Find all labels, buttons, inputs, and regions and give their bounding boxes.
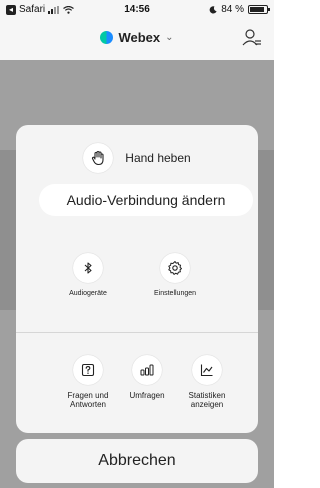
status-right: 84 % [209, 4, 270, 15]
statistics-item[interactable]: Statistiken anzeigen [177, 355, 237, 409]
statistics-button[interactable] [192, 355, 222, 385]
app-title-dropdown[interactable]: Webex ⌄ [0, 30, 274, 45]
question-icon [81, 363, 95, 377]
raise-hand-icon-button[interactable] [83, 143, 114, 173]
status-bar: ◂ Safari 14:56 84 % [0, 0, 274, 20]
webex-logo-icon [100, 31, 114, 44]
line-chart-icon [200, 364, 213, 377]
polls-label: Umfragen [129, 391, 165, 400]
settings-button[interactable] [160, 253, 190, 283]
change-audio-connection-button[interactable]: Audio-Verbindung ändern [39, 184, 253, 216]
settings-label: Einstellungen [153, 290, 197, 297]
chevron-down-icon: ⌄ [165, 32, 174, 43]
hand-icon [92, 150, 104, 166]
settings-item[interactable]: Einstellungen [140, 253, 210, 298]
qa-button[interactable] [73, 355, 103, 385]
action-sheet: Hand heben Audio-Verbindung ändern Audio… [16, 125, 258, 433]
header: Webex ⌄ [0, 20, 274, 60]
app-title: Webex [118, 30, 161, 45]
cancel-button[interactable]: Abbrechen [16, 439, 258, 483]
audio-devices-button[interactable] [73, 253, 103, 283]
raise-hand-label: Hand heben [125, 151, 191, 165]
qa-label: Fragen und Antworten [67, 391, 109, 409]
raise-hand-button[interactable]: Hand heben [16, 143, 258, 173]
gear-icon [168, 261, 182, 275]
audio-devices-label: Audiogeräte [69, 290, 107, 297]
statistics-label: Statistiken anzeigen [188, 391, 226, 409]
polls-item[interactable]: Umfragen [122, 355, 172, 400]
moon-icon [209, 5, 217, 13]
bar-chart-icon [140, 364, 154, 376]
bluetooth-icon [84, 262, 92, 274]
battery-icon [248, 5, 270, 14]
polls-button[interactable] [132, 355, 162, 385]
participants-icon[interactable] [242, 28, 262, 48]
screen: ◂ Safari 14:56 84 % Webex ⌄ Hand heben A… [0, 0, 274, 488]
divider [16, 332, 258, 333]
battery-percent: 84 % [221, 4, 244, 15]
audio-devices-item[interactable]: Audiogeräte [59, 253, 117, 298]
qa-item[interactable]: Fragen und Antworten [57, 355, 119, 409]
